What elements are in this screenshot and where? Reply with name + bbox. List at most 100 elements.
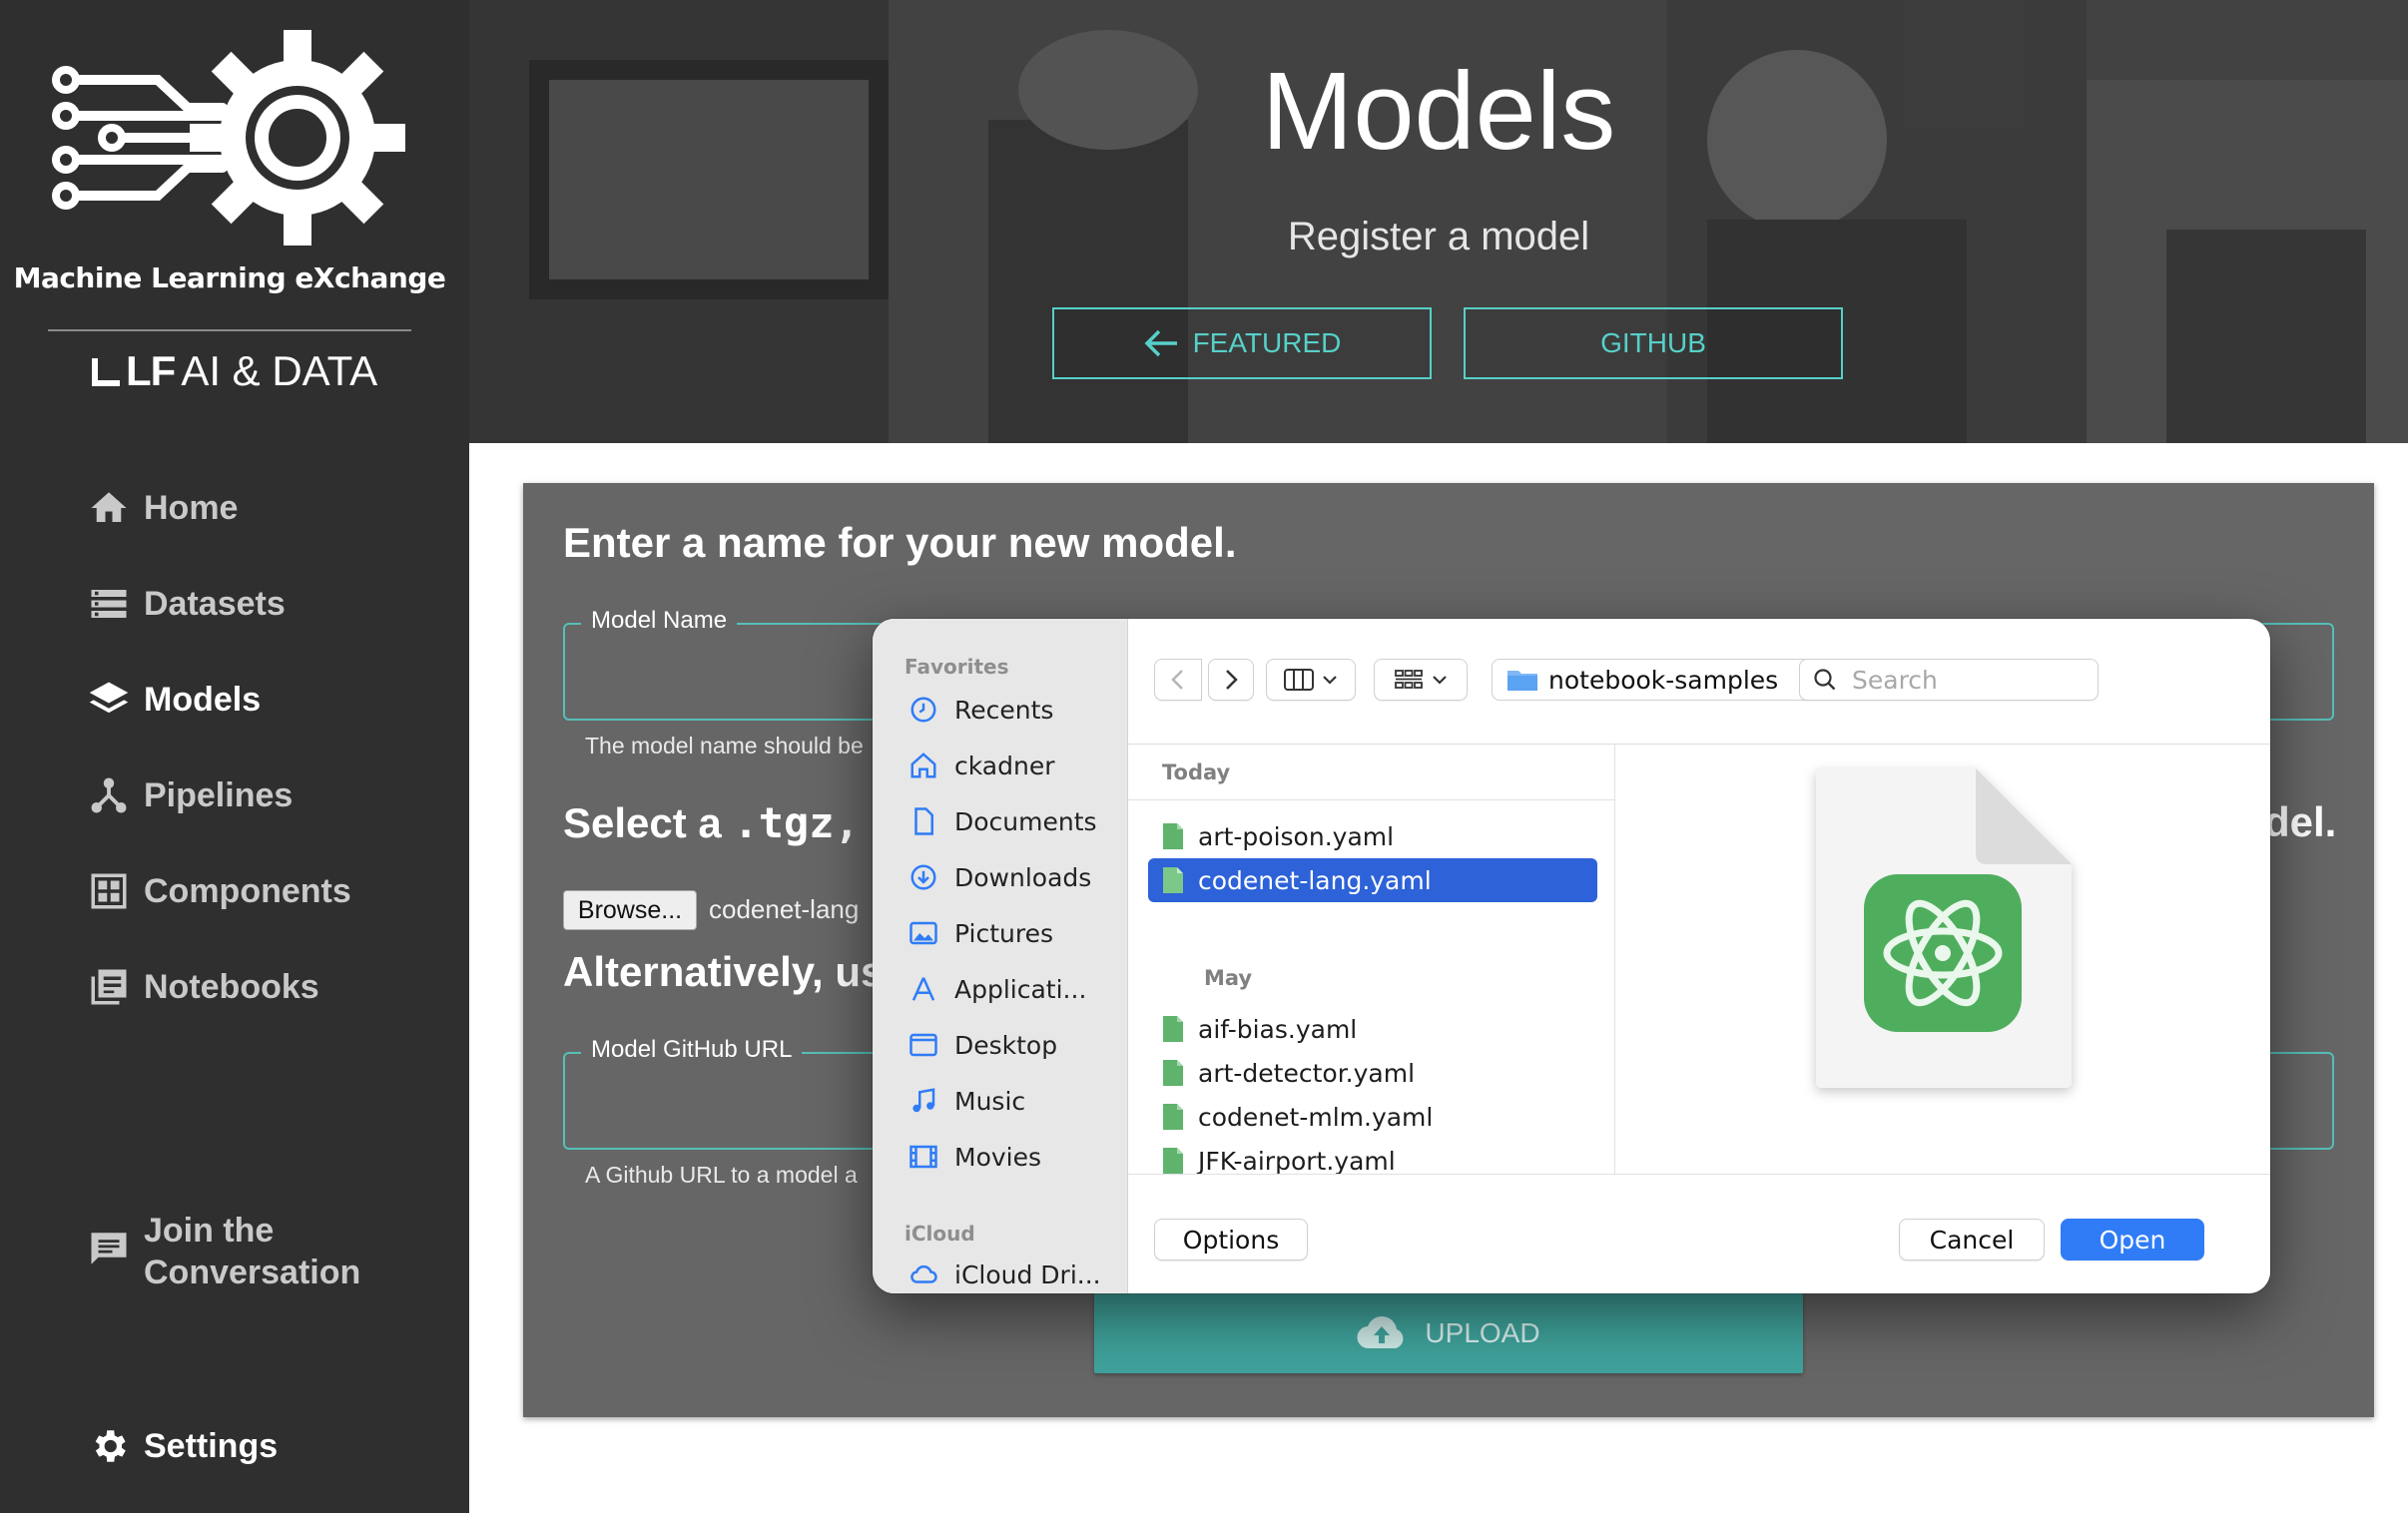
lf-rest: AI & DATA <box>181 347 378 394</box>
join-line1: Join the <box>144 1212 275 1250</box>
sidebar-item-desktop[interactable]: Desktop <box>908 1030 1057 1060</box>
favorites-section-label: Favorites <box>904 655 1009 679</box>
page-subtitle: Register a model <box>1287 215 1590 258</box>
upload-label: UPLOAD <box>1425 1317 1540 1348</box>
sidebar-item-movies[interactable]: Movies <box>908 1142 1041 1172</box>
mlx-gear-logo-icon <box>52 30 405 246</box>
github-label: GITHUB <box>1600 327 1706 358</box>
file-row[interactable]: art-detector.yaml <box>1148 1051 1597 1095</box>
file-open-dialog: Favorites Recents ckadner Documents Down… <box>873 619 2270 1293</box>
brand-title: Machine Learning eXchange <box>13 261 446 294</box>
join-line2: Conversation <box>144 1254 361 1291</box>
selected-file-name: codenet-lang <box>709 894 860 924</box>
nav-models[interactable]: Models <box>88 679 261 721</box>
brand-divider <box>48 329 411 331</box>
sidebar-item-label: iCloud Dri... <box>954 1260 1101 1289</box>
yaml-file-icon <box>1163 1104 1183 1130</box>
nav-join-conversation[interactable]: Join the Conversation <box>88 1210 360 1293</box>
sidebar: Machine Learning eXchange LF AI & DATA H… <box>0 0 469 1513</box>
nav-label: Datasets <box>144 584 286 623</box>
nav-components[interactable]: Components <box>88 870 351 912</box>
sidebar-item-home[interactable]: ckadner <box>908 751 1054 780</box>
house-icon <box>910 753 936 778</box>
file-row-selected[interactable]: codenet-lang.yaml <box>1148 858 1597 902</box>
datasets-icon <box>91 590 127 618</box>
pipelines-icon <box>91 777 127 813</box>
sidebar-item-applications[interactable]: Applicati... <box>908 974 1086 1004</box>
hero-banner: Models Register a model FEATURED GITHUB <box>469 0 2408 443</box>
lf-square-icon <box>92 358 120 386</box>
nav-settings[interactable]: Settings <box>88 1425 278 1467</box>
back-button[interactable] <box>1154 659 1202 701</box>
forward-button[interactable] <box>1208 659 1254 701</box>
github-button[interactable]: GITHUB <box>1464 307 1843 379</box>
folder-icon <box>1507 671 1537 691</box>
browse-button[interactable]: Browse... <box>563 890 697 930</box>
sidebar-item-icloud-drive[interactable]: iCloud Dri... <box>908 1260 1101 1289</box>
featured-button[interactable]: FEATURED <box>1052 307 1432 379</box>
sidebar-item-pictures[interactable]: Pictures <box>908 918 1053 948</box>
cloud-upload-icon <box>1357 1316 1404 1349</box>
notebooks-icon <box>91 969 127 1005</box>
nav-home[interactable]: Home <box>88 487 238 529</box>
sidebar-item-recents[interactable]: Recents <box>908 695 1053 725</box>
nav-label: Notebooks <box>144 967 319 1006</box>
today-group-label: Today <box>1162 760 1231 784</box>
home-icon <box>91 492 127 522</box>
file-row[interactable]: art-poison.yaml <box>1148 814 1597 858</box>
open-button[interactable]: Open <box>2061 1219 2204 1261</box>
sidebar-item-label: Desktop <box>954 1030 1058 1060</box>
group-by-button[interactable] <box>1374 659 1468 701</box>
sidebar-item-label: Movies <box>954 1142 1042 1172</box>
sidebar-item-label: ckadner <box>954 751 1055 780</box>
cancel-button[interactable]: Cancel <box>1899 1219 2045 1261</box>
sidebar-item-label: Pictures <box>954 918 1053 948</box>
upload-button[interactable]: UPLOAD <box>1094 1293 1803 1373</box>
columns-view-icon <box>1284 669 1314 691</box>
nav-label: Pipelines <box>144 775 294 814</box>
view-mode-button[interactable] <box>1266 659 1356 701</box>
sidebar-item-label: Downloads <box>954 862 1092 892</box>
file-name: codenet-lang.yaml <box>1198 865 1432 895</box>
file-name: JFK-airport.yaml <box>1198 1146 1396 1176</box>
dialog-footer: Options Cancel Open <box>1128 1174 2270 1293</box>
nav-label: Components <box>144 871 351 910</box>
model-github-url-label: Model GitHub URL <box>581 1036 803 1064</box>
folder-name: notebook-samples <box>1548 665 1779 695</box>
lf-ai-data-logo: LF AI & DATA <box>92 347 377 395</box>
desktop-icon <box>909 1033 937 1057</box>
chevron-right-icon <box>1226 670 1238 690</box>
gear-icon <box>95 1430 126 1462</box>
components-icon <box>91 873 127 909</box>
page-title: Models <box>1261 50 1616 173</box>
dialog-sidebar: Favorites Recents ckadner Documents Down… <box>873 619 1128 1293</box>
lf-mark: LF <box>126 347 176 394</box>
sidebar-item-label: Applicati... <box>954 974 1087 1004</box>
cloud-icon <box>910 1264 937 1283</box>
download-icon <box>910 864 936 890</box>
arrow-left-icon <box>1144 329 1177 357</box>
yaml-file-icon <box>1163 1060 1183 1086</box>
group-divider <box>1128 799 1615 800</box>
sidebar-item-label: Recents <box>954 695 1054 725</box>
search-placeholder: Search <box>1852 665 1938 695</box>
file-name: art-poison.yaml <box>1198 821 1395 851</box>
file-row[interactable]: aif-bias.yaml <box>1148 1007 1597 1051</box>
options-button[interactable]: Options <box>1154 1219 1308 1261</box>
nav-notebooks[interactable]: Notebooks <box>88 966 319 1008</box>
sidebar-item-music[interactable]: Music <box>908 1086 1025 1116</box>
models-icon <box>89 682 129 714</box>
featured-label: FEATURED <box>1192 327 1342 358</box>
sidebar-item-downloads[interactable]: Downloads <box>908 862 1091 892</box>
nav-pipelines[interactable]: Pipelines <box>88 774 293 816</box>
nav-datasets[interactable]: Datasets <box>88 583 286 625</box>
search-field[interactable]: Search <box>1799 659 2099 701</box>
icloud-section-label: iCloud <box>904 1222 975 1246</box>
atom-file-preview-icon <box>1816 768 2072 1088</box>
yaml-file-icon <box>1163 1016 1183 1042</box>
file-row[interactable]: codenet-mlm.yaml <box>1148 1095 1597 1139</box>
sidebar-item-documents[interactable]: Documents <box>908 806 1097 836</box>
film-icon <box>909 1145 937 1169</box>
grid-icon <box>1395 670 1423 689</box>
yaml-file-icon <box>1163 1148 1183 1174</box>
